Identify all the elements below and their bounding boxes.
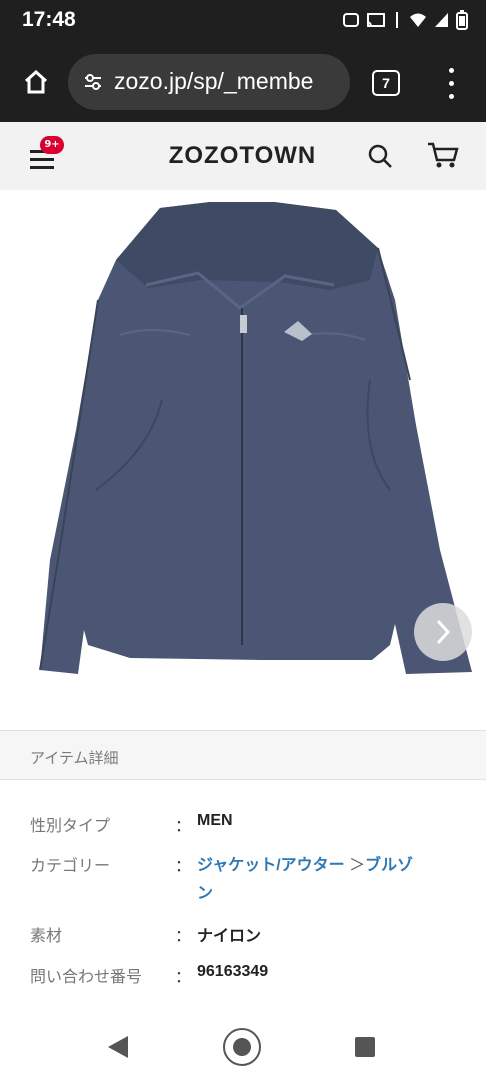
site-logo[interactable]: ZOZOTOWN — [150, 142, 335, 170]
cart-icon[interactable] — [426, 140, 460, 170]
notification-icon — [343, 13, 359, 27]
hamburger-line-icon — [30, 158, 54, 161]
category-link-outerwear[interactable]: ジャケット/アウター — [197, 857, 345, 874]
status-time: 17:48 — [22, 8, 76, 31]
detail-label: 性別タイプ — [30, 816, 111, 835]
browser-toolbar: zozo.jp/sp/_membe 7 — [0, 44, 486, 122]
category-link-text: ブルゾ — [365, 857, 414, 874]
menu-dot-icon — [449, 81, 454, 86]
detail-value: MEN — [197, 812, 233, 829]
detail-separator: ： — [175, 967, 192, 986]
android-nav-bar — [0, 1008, 486, 1080]
category-link-text-wrap: ン — [197, 885, 214, 902]
detail-value: 96163349 — [197, 963, 269, 980]
status-icons — [342, 10, 468, 30]
home-icon — [24, 69, 48, 94]
detail-row-inquiry-number: 問い合わせ番号 ： 96163349 — [30, 963, 470, 989]
search-icon[interactable] — [366, 142, 394, 170]
back-icon[interactable] — [108, 1036, 128, 1058]
browser-menu-button[interactable] — [444, 68, 460, 100]
home-circle-icon[interactable] — [223, 1028, 261, 1066]
item-details-header: アイテム詳細 — [0, 730, 486, 780]
detail-row-category: カテゴリー ： ジャケット/アウター ＞ブルゾン — [30, 852, 470, 902]
detail-row-gender: 性別タイプ ： MEN — [30, 812, 470, 838]
chevron-right-icon — [436, 619, 451, 645]
breadcrumb-separator: ＞ — [349, 857, 366, 874]
product-image — [39, 202, 472, 674]
menu-dot-icon — [449, 68, 454, 73]
notification-badge: 9+ — [40, 136, 64, 154]
address-bar[interactable]: zozo.jp/sp/_membe — [68, 54, 350, 110]
category-value: ジャケット/アウター ＞ブルゾン — [197, 852, 477, 908]
detail-label: 素材 — [30, 926, 63, 945]
site-info-icon[interactable] — [82, 71, 104, 93]
url-text: zozo.jp/sp/_membe — [114, 68, 314, 94]
section-title: アイテム詳細 — [30, 749, 119, 767]
site-header: 9+ ZOZOTOWN — [0, 122, 486, 191]
detail-separator: ： — [175, 926, 192, 945]
hamburger-line-icon — [30, 166, 54, 169]
product-image-carousel[interactable] — [0, 190, 486, 730]
signal-icon — [435, 13, 448, 27]
wifi-icon — [410, 13, 426, 27]
menu-dot-icon — [449, 94, 454, 99]
next-image-button[interactable] — [414, 603, 472, 661]
detail-label: 問い合わせ番号 — [30, 967, 143, 986]
vibrate-icon — [396, 12, 398, 28]
home-button[interactable] — [18, 64, 54, 100]
status-bar: 17:48 — [0, 0, 486, 44]
detail-label: カテゴリー — [30, 856, 111, 875]
recent-apps-icon[interactable] — [355, 1037, 375, 1057]
battery-icon — [456, 10, 468, 30]
cast-icon — [367, 13, 385, 27]
tab-switcher[interactable]: 7 — [372, 70, 400, 96]
detail-separator: ： — [175, 856, 192, 875]
detail-row-material: 素材 ： ナイロン — [30, 922, 470, 948]
detail-separator: ： — [175, 816, 192, 835]
detail-value: ナイロン — [197, 928, 262, 945]
